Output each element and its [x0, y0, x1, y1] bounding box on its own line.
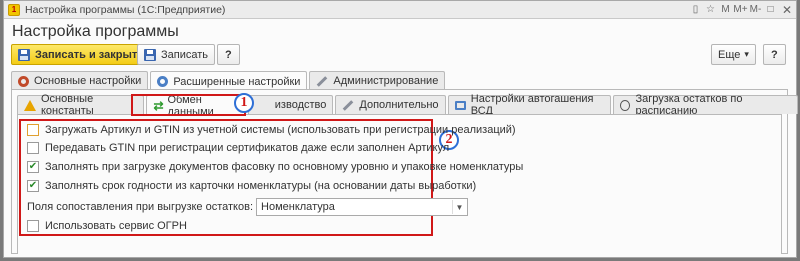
gear-icon: [157, 76, 169, 87]
fill-shelf-life-checkbox[interactable]: ✔: [27, 180, 39, 192]
save-icon: [18, 48, 30, 61]
memory-m-button[interactable]: M: [718, 4, 733, 15]
use-ogrn-row[interactable]: Использовать сервис ОГРН: [27, 219, 187, 233]
save-icon: [144, 48, 156, 61]
match-fields-value: Номенклатура: [261, 201, 335, 213]
help-button[interactable]: ?: [217, 44, 240, 65]
tab-administration[interactable]: Администрирование: [309, 71, 446, 90]
highlight-box-1: [131, 94, 246, 116]
favorite-star-icon[interactable]: ☆: [703, 4, 718, 15]
tab-label: Дополнительно: [359, 99, 439, 111]
window-title: Настройка программы (1С:Предприятие): [25, 3, 226, 16]
warning-icon: [24, 99, 36, 111]
use-ogrn-checkbox[interactable]: [27, 220, 39, 232]
close-icon[interactable]: ✕: [778, 3, 796, 17]
tab-label: изводство: [274, 99, 327, 111]
memory-plus-button[interactable]: M+: [733, 4, 748, 15]
subtab-vsd-autoclose[interactable]: Настройки автогашения ВСД: [447, 93, 612, 117]
annotation-badge-1: 1: [234, 93, 254, 113]
wrench-icon: [317, 75, 328, 87]
main-tabs: Основные настройки Расширенные настройки…: [11, 71, 447, 91]
use-ogrn-label: Использовать сервис ОГРН: [45, 220, 187, 232]
fill-packaging-checkbox[interactable]: ✔: [27, 161, 39, 173]
fill-packaging-label: Заполнять при загрузке документов фасовк…: [45, 161, 524, 173]
tab-basic-settings[interactable]: Основные настройки: [11, 71, 149, 90]
help-button-right[interactable]: ?: [763, 44, 786, 65]
title-bar: 1 Настройка программы (1С:Предприятие) ▯…: [4, 1, 796, 19]
subtab-scheduled-load[interactable]: Загрузка остатков по расписанию: [613, 93, 798, 117]
load-article-gtin-row[interactable]: Загружать Артикул и GTIN из учетной сист…: [27, 123, 516, 137]
subtab-additional[interactable]: Дополнительно: [335, 95, 446, 114]
page-title: Настройка программы: [12, 23, 179, 40]
clock-icon: [620, 99, 631, 111]
send-gtin-checkbox[interactable]: [27, 142, 39, 154]
info-icon[interactable]: ▯: [688, 4, 703, 15]
memory-minus-button[interactable]: M-: [748, 4, 763, 15]
match-fields-label: Поля сопоставления при выгрузке остатков…: [27, 201, 254, 213]
match-fields-row: Поля сопоставления при выгрузке остатков…: [27, 198, 469, 216]
tab-advanced-settings[interactable]: Расширенные настройки: [150, 71, 308, 91]
window-controls: ▯ ☆ M M+ M- □ ✕: [688, 1, 796, 19]
fill-packaging-row[interactable]: ✔ Заполнять при загрузке документов фасо…: [27, 160, 523, 174]
send-gtin-label: Передавать GTIN при регистрации сертифик…: [45, 142, 450, 154]
tools-icon: [343, 99, 354, 111]
load-article-gtin-label: Загружать Артикул и GTIN из учетной сист…: [45, 124, 516, 136]
gear-icon: [18, 75, 29, 87]
load-article-gtin-checkbox[interactable]: [27, 124, 39, 136]
maximize-icon[interactable]: □: [763, 4, 778, 15]
chevron-down-icon[interactable]: ▼: [452, 200, 466, 214]
match-fields-select[interactable]: Номенклатура ▼: [256, 198, 469, 216]
monitor-icon: [454, 100, 466, 110]
command-bar: Записать и закрыть Записать ? Еще ▾ ?: [11, 44, 787, 66]
tab-label: Расширенные настройки: [173, 75, 301, 88]
tab-label: Основные настройки: [34, 75, 142, 87]
save-and-close-label: Записать и закрыть: [35, 48, 145, 61]
save-button[interactable]: Записать: [137, 44, 216, 65]
chevron-down-icon: ▾: [744, 49, 749, 59]
subtab-basic-constants[interactable]: Основные константы: [17, 93, 145, 117]
save-and-close-button[interactable]: Записать и закрыть: [11, 44, 152, 65]
tab-label: Администрирование: [333, 75, 439, 87]
app-logo-icon: 1: [8, 3, 20, 16]
fill-shelf-life-row[interactable]: ✔ Заполнять срок годности из карточки но…: [27, 179, 476, 193]
more-button[interactable]: Еще ▾: [711, 44, 756, 65]
send-gtin-row[interactable]: Передавать GTIN при регистрации сертифик…: [27, 141, 449, 155]
more-label: Еще: [718, 48, 741, 61]
save-label: Записать: [161, 48, 209, 61]
subtab-production[interactable]: изводство: [247, 95, 334, 114]
fill-shelf-life-label: Заполнять срок годности из карточки номе…: [45, 180, 477, 192]
